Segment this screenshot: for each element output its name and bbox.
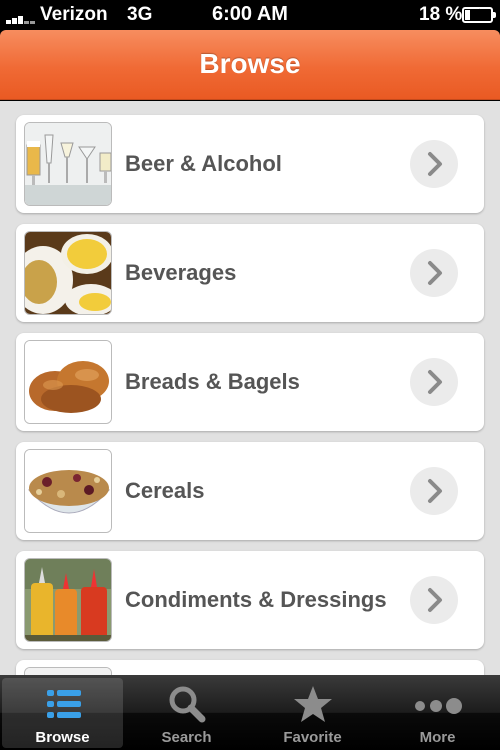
list-icon bbox=[2, 682, 123, 726]
condiments-dressings-thumbnail bbox=[24, 558, 112, 642]
tab-bar: Browse Search Favorite More bbox=[0, 675, 500, 750]
cereals-thumbnail bbox=[24, 449, 112, 533]
tab-favorite[interactable]: Favorite bbox=[252, 678, 373, 748]
tab-label: Browse bbox=[35, 729, 90, 746]
page-title: Browse bbox=[199, 48, 301, 79]
category-row-condiments-dressings[interactable]: Condiments & Dressings bbox=[16, 551, 484, 649]
partial-thumbnail bbox=[24, 667, 112, 675]
search-icon bbox=[126, 682, 247, 726]
beverages-thumbnail bbox=[24, 231, 112, 315]
category-label: Breads & Bagels bbox=[125, 369, 300, 394]
tab-label: Search bbox=[161, 729, 212, 746]
chevron-right-icon[interactable] bbox=[410, 576, 458, 624]
category-label: Cereals bbox=[125, 478, 205, 503]
more-dots-icon bbox=[377, 682, 498, 726]
status-bar: Verizon 3G 6:00 AM 18 % ⚡ bbox=[0, 0, 500, 30]
category-row-beer-alcohol[interactable]: Beer & Alcohol bbox=[16, 115, 484, 213]
tab-label: More bbox=[419, 729, 456, 746]
category-label: Beverages bbox=[125, 260, 237, 285]
category-row-breads-bagels[interactable]: Breads & Bagels bbox=[16, 333, 484, 431]
category-label: Condiments & Dressings bbox=[125, 587, 387, 612]
chevron-right-icon[interactable] bbox=[410, 358, 458, 406]
tab-browse[interactable]: Browse bbox=[2, 678, 123, 748]
chevron-right-icon[interactable] bbox=[410, 249, 458, 297]
chevron-right-icon[interactable] bbox=[410, 140, 458, 188]
beer-alcohol-thumbnail bbox=[24, 122, 112, 206]
charging-bolt-icon: ⚡ bbox=[471, 6, 481, 22]
battery-fill bbox=[465, 10, 470, 20]
battery-icon: ⚡ bbox=[462, 6, 496, 23]
breads-bagels-thumbnail bbox=[24, 340, 112, 424]
category-row-cereals[interactable]: Cereals bbox=[16, 442, 484, 540]
tab-label: Favorite bbox=[283, 729, 342, 746]
chevron-right-icon[interactable] bbox=[410, 467, 458, 515]
tab-search[interactable]: Search bbox=[126, 678, 247, 748]
category-row-beverages[interactable]: Beverages bbox=[16, 224, 484, 322]
category-row-partial[interactable] bbox=[16, 660, 484, 675]
star-icon bbox=[252, 682, 373, 726]
category-list[interactable]: Beer & Alcohol Beverages Breads & Bagels… bbox=[0, 101, 500, 675]
category-label: Beer & Alcohol bbox=[125, 151, 282, 176]
tab-more[interactable]: More bbox=[377, 678, 498, 748]
nav-bar: Browse bbox=[0, 30, 500, 100]
battery-percent: 18 % bbox=[419, 4, 463, 25]
